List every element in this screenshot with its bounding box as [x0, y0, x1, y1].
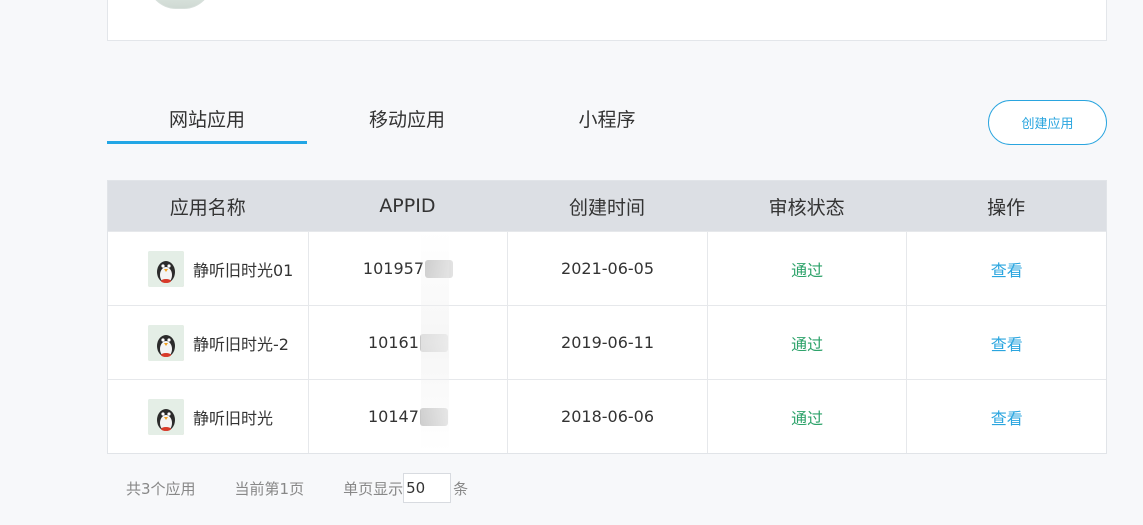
created-cell: 2018-06-06: [507, 380, 707, 453]
status-cell: 通过: [706, 380, 907, 453]
status-badge: 通过: [791, 260, 824, 280]
app-type-tabs: 网站应用 移动应用 小程序: [107, 100, 707, 144]
app-name[interactable]: 静听旧时光: [193, 405, 273, 429]
per-page-control: 单页显示 条: [343, 473, 468, 503]
app-management-page: 网站应用 移动应用 小程序 创建应用 应用名称 APPID 创建时间 审核状态 …: [0, 0, 1143, 525]
action-cell: 查看: [906, 306, 1106, 379]
appid-value: 10147: [368, 407, 419, 426]
action-cell: 查看: [906, 232, 1106, 305]
redaction-overlay: [421, 232, 449, 452]
apps-table: 应用名称 APPID 创建时间 审核状态 操作 静听旧时光01 101957 2…: [107, 180, 1107, 454]
header-review-status: 审核状态: [768, 196, 845, 219]
view-link[interactable]: 查看: [991, 405, 1023, 429]
status-cell: 通过: [706, 232, 907, 305]
table-row: 静听旧时光 10147 2018-06-06 通过 查看: [108, 379, 1106, 453]
status-cell: 通过: [706, 306, 907, 379]
appid-value: 101957: [362, 259, 424, 278]
current-page: 当前第1页: [234, 479, 305, 498]
created-cell: 2021-06-05: [507, 232, 707, 305]
page-size-input[interactable]: [403, 473, 452, 503]
appid-cell: 101957: [307, 232, 508, 305]
penguin-avatar-icon: [148, 398, 184, 435]
header-appid: APPID: [379, 195, 436, 217]
view-link[interactable]: 查看: [991, 331, 1023, 355]
penguin-avatar-icon: [148, 324, 184, 361]
appid-cell: 10161: [307, 306, 508, 379]
table-header: 应用名称 APPID 创建时间 审核状态 操作: [108, 181, 1106, 231]
app-name[interactable]: 静听旧时光01: [193, 257, 293, 281]
status-badge: 通过: [791, 334, 824, 354]
appid-value: 10161: [368, 333, 419, 352]
per-page-unit: 条: [453, 479, 469, 498]
action-cell: 查看: [906, 380, 1106, 453]
developer-avatar: [148, 0, 212, 9]
tab-mini-programs[interactable]: 小程序: [507, 100, 707, 144]
created-cell: 2019-06-11: [507, 306, 707, 379]
header-app-name: 应用名称: [169, 196, 246, 219]
tab-website-apps[interactable]: 网站应用: [107, 100, 307, 144]
total-count: 共3个应用: [126, 479, 196, 498]
view-link[interactable]: 查看: [991, 257, 1023, 281]
status-badge: 通过: [791, 408, 824, 428]
create-app-button[interactable]: 创建应用: [988, 100, 1107, 145]
pagination-footer: 共3个应用 当前第1页 单页显示 条: [126, 473, 468, 503]
developer-info-card: [107, 0, 1107, 41]
penguin-avatar-icon: [148, 250, 184, 287]
appid-cell: 10147: [307, 380, 508, 453]
per-page-label: 单页显示: [343, 479, 404, 498]
header-actions: 操作: [987, 196, 1026, 219]
tab-mobile-apps[interactable]: 移动应用: [307, 100, 507, 144]
app-name-cell: 静听旧时光: [108, 380, 308, 453]
app-name-cell: 静听旧时光-2: [108, 306, 308, 379]
app-name[interactable]: 静听旧时光-2: [193, 331, 289, 355]
header-created-time: 创建时间: [568, 196, 645, 219]
table-row: 静听旧时光-2 10161 2019-06-11 通过 查看: [108, 305, 1106, 379]
app-name-cell: 静听旧时光01: [108, 232, 308, 305]
table-row: 静听旧时光01 101957 2021-06-05 通过 查看: [108, 231, 1106, 305]
